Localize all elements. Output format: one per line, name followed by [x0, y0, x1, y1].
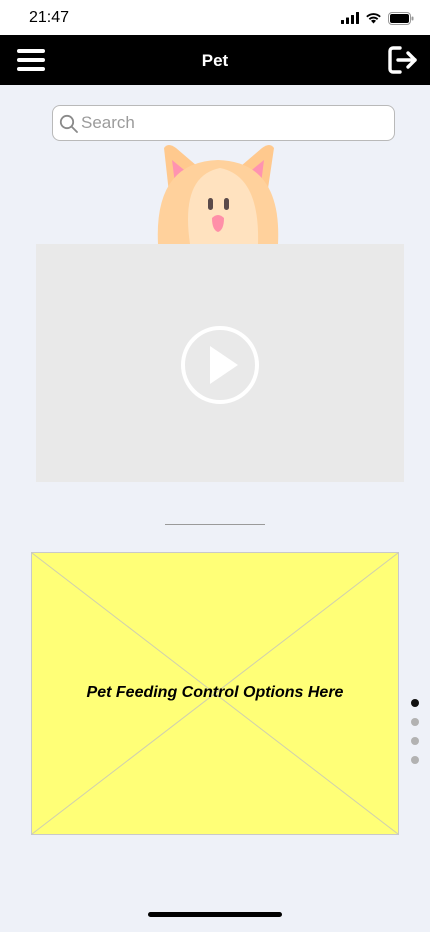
video-player[interactable]	[36, 244, 404, 482]
page-title: Pet	[201, 51, 229, 70]
wifi-icon	[366, 13, 381, 24]
page-indicator	[411, 698, 421, 768]
play-icon[interactable]	[179, 324, 261, 406]
page-dot-3[interactable]	[411, 737, 419, 745]
panel-label: Pet Feeding Control Options Here	[86, 684, 344, 701]
status-icons	[341, 11, 414, 25]
page-dot-4[interactable]	[411, 756, 419, 764]
page-dot-1[interactable]	[411, 699, 419, 707]
nav-bar: Pet	[0, 35, 430, 85]
status-time: 21:47	[29, 9, 70, 26]
logout-button[interactable]	[387, 45, 419, 75]
search-icon	[59, 114, 78, 133]
section-divider	[165, 524, 265, 525]
search-box[interactable]	[52, 105, 395, 141]
pet-mascot-illustration	[157, 145, 279, 244]
home-indicator	[148, 912, 282, 917]
battery-icon	[388, 11, 414, 25]
feeding-control-panel: Pet Feeding Control Options Here	[31, 552, 399, 835]
status-bar: 21:47	[0, 0, 430, 35]
page-dot-2[interactable]	[411, 718, 419, 726]
signal-icon	[341, 12, 359, 24]
search-input[interactable]	[81, 110, 381, 136]
logout-icon	[388, 46, 417, 74]
